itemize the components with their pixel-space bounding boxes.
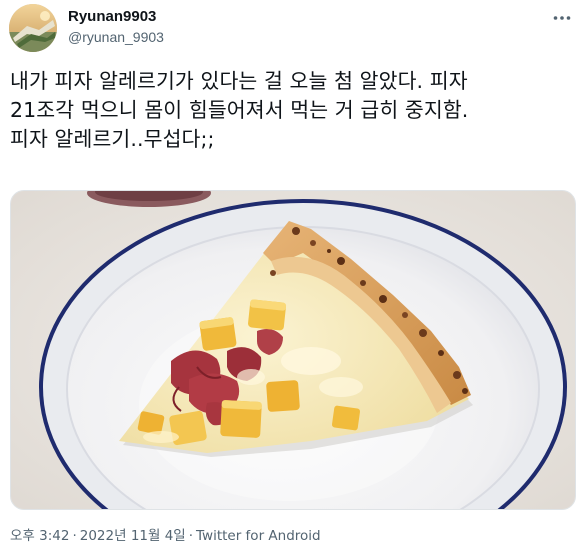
user-handle[interactable]: @ryunan_9903 xyxy=(68,28,164,47)
meta-separator: · xyxy=(72,528,77,544)
user-avatar[interactable] xyxy=(9,4,57,52)
avatar-image xyxy=(9,4,57,52)
tweet-text-line: 내가 피자 알레르기가 있다는 걸 오늘 첨 알았다. 피자 xyxy=(10,69,468,93)
pizza-slice-photo xyxy=(11,191,575,509)
tweet-meta: 오후 3:42 · 2022년 11월 4일 · Twitter for Android xyxy=(10,527,321,545)
tweet-text-line: 피자 알레르기..무섭다;; xyxy=(10,127,215,151)
tweet-time[interactable]: 오후 3:42 xyxy=(10,528,69,544)
tweet-text: 내가 피자 알레르기가 있다는 걸 오늘 첨 알았다. 피자 21조각 먹으니 … xyxy=(10,67,578,154)
ellipsis-icon xyxy=(553,16,571,20)
meta-separator: · xyxy=(188,528,194,544)
tweet-card[interactable]: Ryunan9903 @ryunan_9903 내가 피자 알레르기가 있다는 … xyxy=(0,0,585,548)
display-name[interactable]: Ryunan9903 xyxy=(68,7,164,26)
tweet-source[interactable]: Twitter for Android xyxy=(196,528,321,544)
user-info[interactable]: Ryunan9903 @ryunan_9903 xyxy=(68,7,164,47)
tweet-date[interactable]: 2022년 11월 4일 xyxy=(80,528,186,544)
more-options-button[interactable] xyxy=(551,8,573,28)
tweet-photo[interactable] xyxy=(10,190,576,510)
tweet-text-line: 21조각 먹으니 몸이 힘들어져서 먹는 거 급히 중지함. xyxy=(10,98,469,122)
